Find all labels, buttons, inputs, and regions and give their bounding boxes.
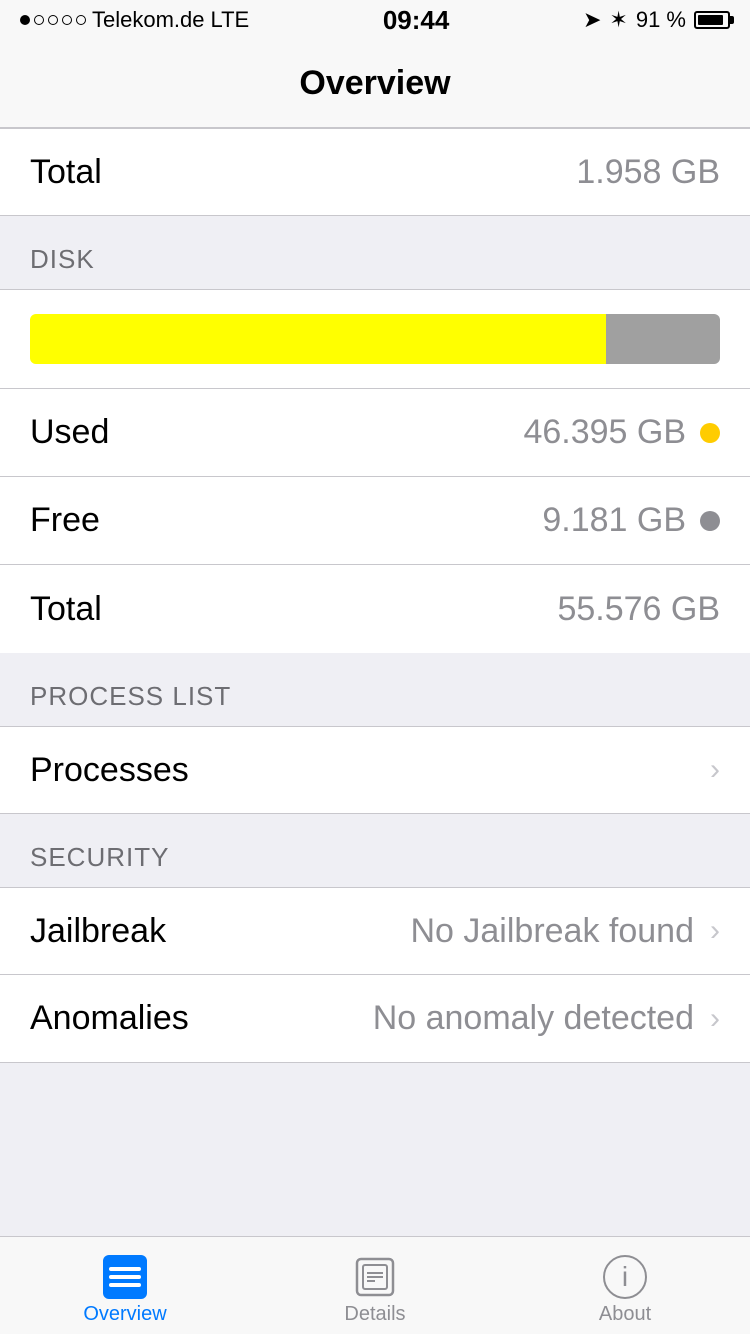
carrier-name: Telekom.de (92, 7, 205, 33)
tab-overview-label: Overview (83, 1303, 166, 1326)
jailbreak-row[interactable]: Jailbreak No Jailbreak found › (0, 887, 750, 975)
dot-5 (76, 15, 86, 25)
processes-row[interactable]: Processes › (0, 726, 750, 814)
tab-about-label: About (599, 1303, 651, 1326)
network-type: LTE (211, 7, 250, 33)
tab-details-label: Details (344, 1303, 405, 1326)
disk-bar-container (0, 289, 750, 389)
processes-label: Processes (30, 751, 189, 790)
bluetooth-icon: ✶ (609, 7, 627, 33)
total-ram-row: Total 1.958 GB (0, 128, 750, 216)
used-right: 46.395 GB (523, 413, 720, 452)
free-label: Free (30, 501, 100, 540)
disk-used-bar (30, 314, 606, 364)
used-label: Used (30, 413, 109, 452)
status-right: ➤ ✶ 91 % (583, 7, 730, 33)
tab-overview[interactable]: Overview (0, 1245, 250, 1326)
anomalies-value: No anomaly detected (373, 999, 694, 1038)
battery-icon (694, 11, 730, 29)
dot-2 (34, 15, 44, 25)
page-title: Overview (299, 64, 450, 103)
location-icon: ➤ (583, 7, 601, 33)
anomalies-label: Anomalies (30, 999, 189, 1038)
main-content: Total 1.958 GB DISK Used 46.395 GB Free … (0, 128, 750, 1163)
anomalies-chevron: › (710, 1002, 720, 1036)
disk-total-label: Total (30, 590, 102, 629)
jailbreak-label: Jailbreak (30, 912, 166, 951)
status-left: Telekom.de LTE (20, 7, 249, 33)
dot-4 (62, 15, 72, 25)
disk-total-right: 55.576 GB (557, 590, 720, 629)
free-value: 9.181 GB (542, 501, 686, 540)
anomalies-right: No anomaly detected › (373, 999, 720, 1038)
disk-total-row: Total 55.576 GB (0, 565, 750, 653)
status-time: 09:44 (383, 5, 450, 36)
nav-bar: Overview (0, 40, 750, 128)
tab-spacer (0, 1063, 750, 1163)
used-dot (700, 423, 720, 443)
tab-about[interactable]: i About (500, 1245, 750, 1326)
signal-dots (20, 15, 86, 25)
security-section-header: SECURITY (0, 814, 750, 887)
details-icon (353, 1255, 397, 1299)
status-bar: Telekom.de LTE 09:44 ➤ ✶ 91 % (0, 0, 750, 40)
disk-bar (30, 314, 720, 364)
process-section-header: PROCESS LIST (0, 653, 750, 726)
disk-used-row: Used 46.395 GB (0, 389, 750, 477)
overview-icon (103, 1255, 147, 1299)
free-dot (700, 511, 720, 531)
dot-1 (20, 15, 30, 25)
free-right: 9.181 GB (542, 501, 720, 540)
used-value: 46.395 GB (523, 413, 686, 452)
disk-stats: Used 46.395 GB Free 9.181 GB Total 55.57… (0, 389, 750, 653)
battery-fill (698, 15, 723, 25)
total-value: 1.958 GB (576, 153, 720, 192)
disk-section-header: DISK (0, 216, 750, 289)
battery-percent: 91 % (636, 7, 686, 33)
total-label: Total (30, 153, 102, 192)
anomalies-row[interactable]: Anomalies No anomaly detected › (0, 975, 750, 1063)
jailbreak-right: No Jailbreak found › (410, 912, 720, 951)
disk-free-bar (606, 314, 720, 364)
about-icon: i (603, 1255, 647, 1299)
tab-details[interactable]: Details (250, 1245, 500, 1326)
jailbreak-chevron: › (710, 914, 720, 948)
disk-total-value: 55.576 GB (557, 590, 720, 629)
tab-bar: Overview Details i About (0, 1236, 750, 1334)
details-icon-svg (353, 1255, 397, 1299)
disk-free-row: Free 9.181 GB (0, 477, 750, 565)
jailbreak-value: No Jailbreak found (410, 912, 694, 951)
dot-3 (48, 15, 58, 25)
processes-chevron: › (710, 753, 720, 787)
